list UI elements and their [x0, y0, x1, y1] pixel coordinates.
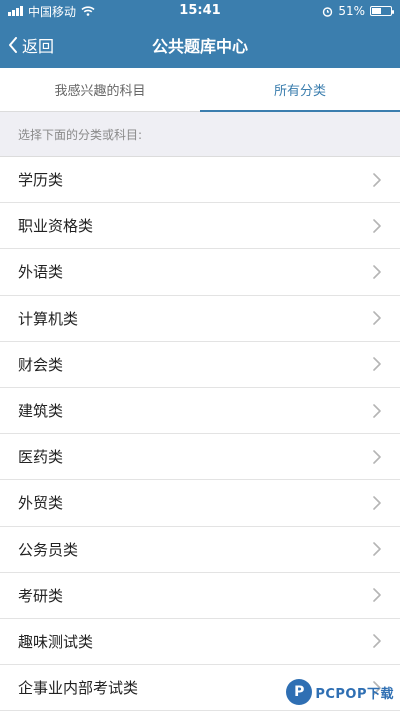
category-row[interactable]: 建筑类 — [0, 388, 400, 435]
category-label: 建筑类 — [18, 402, 64, 421]
back-label: 返回 — [22, 37, 55, 56]
back-button[interactable]: 返回 — [8, 22, 54, 68]
category-label: 计算机类 — [18, 309, 79, 328]
tab-bar: 我感兴趣的科目 所有分类 — [0, 68, 400, 112]
category-row[interactable]: 外贸类 — [0, 480, 400, 527]
chevron-right-icon — [370, 403, 384, 418]
signal-bars-icon — [8, 6, 23, 16]
status-left: 中国移动 — [8, 3, 95, 20]
category-row[interactable]: 财会类 — [0, 342, 400, 388]
chevron-right-icon — [370, 496, 384, 510]
alarm-icon — [323, 6, 333, 17]
category-label: 学历类 — [18, 171, 64, 190]
category-label: 趣味测试类 — [18, 632, 94, 651]
category-label: 公务员类 — [18, 540, 79, 559]
chevron-right-icon — [370, 265, 384, 279]
battery-percent: 51% — [338, 4, 365, 18]
category-label: 医药类 — [18, 448, 64, 467]
tab-all-categories[interactable]: 所有分类 — [200, 68, 400, 112]
watermark: P PCPOP下载 — [286, 679, 394, 705]
category-row[interactable]: 医药类 — [0, 434, 400, 481]
chevron-right-icon — [370, 357, 384, 372]
chevron-right-icon — [370, 172, 384, 187]
category-row[interactable]: 学历类 — [0, 157, 400, 204]
nav-bar: 返回 公共题库中心 — [0, 22, 400, 68]
header: 中国移动 15:41 51% 返回 公共题库中心 — [0, 0, 400, 68]
category-label: 外语类 — [18, 263, 64, 282]
carrier-label: 中国移动 — [28, 4, 77, 19]
chevron-right-icon — [370, 634, 384, 649]
chevron-left-icon — [9, 37, 17, 53]
category-list: 学历类职业资格类外语类计算机类财会类建筑类医药类外贸类公务员类考研类趣味测试类企… — [0, 157, 400, 711]
chevron-right-icon — [370, 449, 384, 464]
battery-icon — [370, 6, 394, 16]
watermark-text: PCPOP下载 — [315, 686, 394, 702]
category-label: 职业资格类 — [18, 217, 94, 236]
section-hint: 选择下面的分类或科目: — [0, 112, 400, 157]
category-row[interactable]: 计算机类 — [0, 296, 400, 342]
chevron-right-icon — [370, 588, 384, 603]
page-title: 公共题库中心 — [151, 37, 248, 56]
watermark-logo-icon: P — [286, 679, 313, 705]
category-label: 财会类 — [18, 355, 64, 374]
category-row[interactable]: 职业资格类 — [0, 203, 400, 250]
status-right: 51% — [322, 4, 394, 18]
tab-interested-subjects[interactable]: 我感兴趣的科目 — [0, 68, 200, 111]
chevron-right-icon — [370, 311, 384, 325]
category-row[interactable]: 外语类 — [0, 249, 400, 296]
wifi-icon — [81, 6, 95, 16]
category-row[interactable]: 考研类 — [0, 573, 400, 619]
chevron-right-icon — [370, 218, 384, 233]
category-label: 考研类 — [18, 586, 64, 605]
status-bar: 中国移动 15:41 51% — [0, 0, 400, 22]
battery-fill — [372, 8, 382, 14]
chevron-right-icon — [370, 542, 384, 556]
category-row[interactable]: 公务员类 — [0, 527, 400, 573]
category-label: 企事业内部考试类 — [18, 679, 139, 698]
category-label: 外贸类 — [18, 494, 64, 513]
category-row[interactable]: 趣味测试类 — [0, 619, 400, 666]
